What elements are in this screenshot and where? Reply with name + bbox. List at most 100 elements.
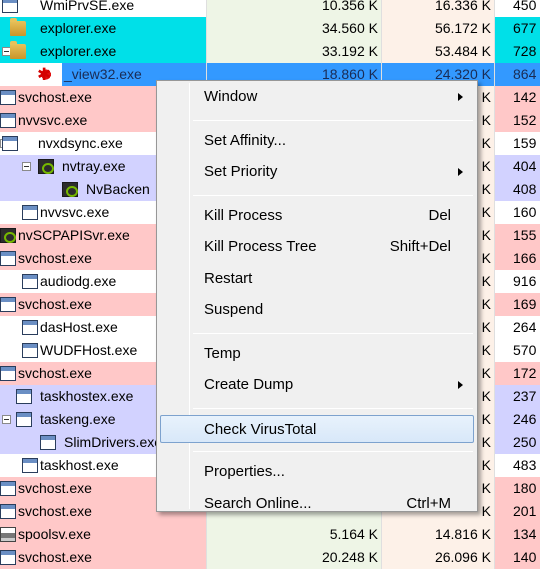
pid-cell: 728 [494,40,540,63]
menu-item-window[interactable]: Window [160,83,474,111]
window-icon [0,366,16,381]
menu-item-label: Set Priority [204,163,278,180]
menu-item-label: Properties... [204,463,285,480]
menu-item-kill-process-tree[interactable]: Kill Process Tree Shift+Del [160,233,474,261]
pid-cell: 180 [494,477,540,500]
process-name: spoolsv.exe [18,526,91,542]
process-row[interactable]: explorer.exe 34.560 K 56.172 K 677 [0,17,540,40]
window-icon [0,481,16,496]
collapse-toggle-icon[interactable] [2,415,11,424]
process-name: svchost.exe [18,503,92,519]
process-row[interactable]: explorer.exe 33.192 K 53.484 K 728 [0,40,540,63]
process-name: nvtray.exe [62,158,126,174]
collapse-toggle-icon[interactable] [22,162,31,171]
window-icon [22,458,38,473]
pid-cell: 140 [494,546,540,569]
pid-cell: 160 [494,201,540,224]
process-name-cell[interactable]: WmiPrvSE.exe [0,0,206,17]
process-name: SlimDrivers.exe [64,434,163,450]
working-set-cell: 56.172 K [381,17,494,40]
process-name: nvxdsync.exe [38,135,123,151]
window-icon [40,435,56,450]
pid-cell: 570 [494,339,540,362]
process-row[interactable]: WmiPrvSE.exe 10.356 K 16.336 K 450 [0,0,540,17]
menu-item-label: Temp [204,344,241,362]
pid-cell: 201 [494,500,540,523]
window-icon [0,113,16,128]
window-icon [0,550,16,565]
process-name-cell[interactable]: explorer.exe [0,40,206,63]
menu-item-search-online[interactable]: Search Online... Ctrl+M [160,490,474,518]
pid-cell: 134 [494,523,540,546]
menu-item-label: Kill Process Tree [204,238,317,255]
process-name: taskhost.exe [40,457,119,473]
working-set-cell: 14.816 K [381,523,494,546]
nvidia-icon [0,228,16,243]
private-bytes-cell: 34.560 K [206,17,381,40]
window-icon [16,412,32,427]
context-menu: Window Set Affinity... Set Priority Kill Pr… [156,80,478,512]
menu-item-label: Search Online... [204,494,312,512]
process-name-cell[interactable]: svchost.exe [0,546,206,569]
window-icon [0,251,16,266]
window-icon [0,297,16,312]
pid-cell: 159 [494,132,540,155]
menu-separator [193,119,473,121]
menu-item-check-virustotal[interactable]: Check VirusTotal [160,414,474,443]
pid-cell: 172 [494,362,540,385]
menu-item-label: Restart [204,269,253,287]
process-name: svchost.exe [18,365,92,381]
window-icon [0,504,16,519]
menu-item-shortcut: Ctrl+M [406,494,451,512]
folder-icon [10,41,26,59]
process-name: taskeng.exe [40,411,116,427]
private-bytes-cell: 20.248 K [206,546,381,569]
window-icon [22,205,38,220]
menu-item-set-priority[interactable]: Set Priority [160,158,474,186]
submenu-arrow-icon [458,93,463,101]
menu-item-create-dump[interactable]: Create Dump [160,371,474,399]
process-name: NvBacken [86,181,150,197]
private-bytes-cell: 33.192 K [206,40,381,63]
process-name: nvvsvc.exe [18,112,88,128]
pid-cell: 916 [494,270,540,293]
menu-separator [193,332,473,334]
working-set-cell: 53.484 K [381,40,494,63]
menu-item-shortcut: Del [428,206,451,224]
pid-cell: 246 [494,408,540,431]
nvidia-icon [38,159,54,174]
menu-item-suspend[interactable]: Suspend [160,296,474,324]
process-name: dasHost.exe [40,319,118,335]
window-icon [16,389,32,404]
submenu-arrow-icon [458,381,463,389]
process-row[interactable]: svchost.exe 20.248 K 26.096 K 140 [0,546,540,569]
nvidia-icon [62,182,78,197]
menu-item-shortcut: Shift+Del [389,238,451,255]
menu-item-label: Set Affinity... [204,131,286,149]
menu-item-temp[interactable]: Temp [160,340,474,368]
menu-item-restart[interactable]: Restart [160,265,474,293]
window-icon [2,136,18,151]
process-row[interactable]: spoolsv.exe 5.164 K 14.816 K 134 [0,523,540,546]
menu-item-kill-process[interactable]: Kill Process Del [160,202,474,230]
private-bytes-cell: 10.356 K [206,0,381,17]
process-name: svchost.exe [18,296,92,312]
menu-item-set-affinity[interactable]: Set Affinity... [160,127,474,155]
process-name: WUDFHost.exe [40,342,138,358]
menu-item-label: Window [204,88,258,105]
process-name: svchost.exe [18,250,92,266]
pid-cell: 152 [494,109,540,132]
process-name-cell[interactable]: explorer.exe [0,17,206,40]
pid-cell: 483 [494,454,540,477]
window-icon [22,274,38,289]
process-name-cell[interactable]: spoolsv.exe [0,523,206,546]
process-name: nvSCPAPISvr.exe [18,227,130,243]
window-icon [2,0,18,13]
printer-icon [0,527,16,542]
process-name: nvvsvc.exe [40,204,110,220]
menu-item-properties[interactable]: Properties... [160,458,474,486]
process-name: svchost.exe [18,480,92,496]
pid-cell: 864 [494,63,540,86]
window-icon [22,343,38,358]
process-name: audiodg.exe [40,273,117,289]
